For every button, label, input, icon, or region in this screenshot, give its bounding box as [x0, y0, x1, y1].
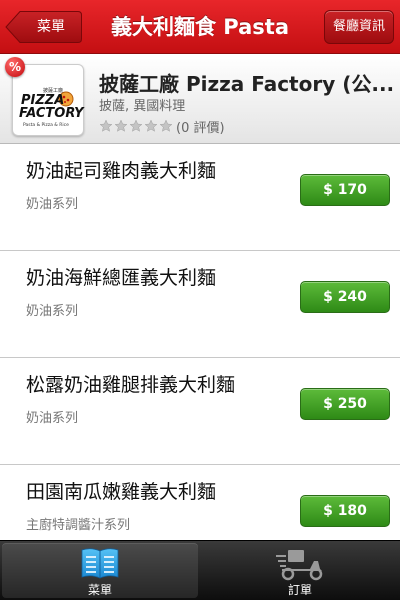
menu-item-category: 主廚特調醬汁系列 [26, 518, 131, 533]
pizza-factory-logo-icon: 披薩工廠 PIZZA FACTORY Pasta & Pizza & Rice [19, 87, 85, 128]
restaurant-header[interactable]: 披薩工廠 PIZZA FACTORY Pasta & Pizza & Rice … [0, 54, 400, 144]
back-button-label: 菜單 [37, 19, 65, 35]
menu-item[interactable]: 奶油起司雞肉義大利麵 奶油系列 $ 170 [0, 144, 400, 251]
restaurant-logo: 披薩工廠 PIZZA FACTORY Pasta & Pizza & Rice [12, 64, 85, 136]
star-icon [144, 119, 158, 132]
star-icon [114, 119, 128, 132]
star-icon [129, 119, 143, 132]
star-icon [159, 119, 173, 132]
tab-orders-label: 訂單 [287, 583, 312, 597]
menu-item-name: 奶油海鮮總匯義大利麵 [26, 267, 217, 289]
price-button[interactable]: $ 250 [300, 388, 390, 420]
menu-item-category: 奶油系列 [26, 304, 79, 319]
tab-orders[interactable]: 訂單 [202, 543, 398, 598]
price-button[interactable]: $ 240 [300, 281, 390, 313]
restaurant-category: 披薩, 異國料理 [99, 99, 186, 114]
restaurant-name: 披薩工廠 Pizza Factory (公... [99, 72, 394, 96]
menu-item-name: 松露奶油雞腿排義大利麵 [26, 374, 236, 396]
discount-badge-icon: % [5, 57, 25, 77]
svg-text:FACTORY: FACTORY [19, 106, 85, 121]
svg-text:Pasta & Pizza & Rice: Pasta & Pizza & Rice [23, 122, 69, 128]
menu-item-category: 奶油系列 [26, 411, 79, 426]
top-navigation-bar: 菜單 義大利麵食 Pasta 餐廳資訊 [0, 0, 400, 54]
price-button[interactable]: $ 180 [300, 495, 390, 527]
star-icon [99, 119, 113, 132]
tab-menu-label: 菜單 [87, 583, 112, 597]
price-button[interactable]: $ 170 [300, 174, 390, 206]
menu-item[interactable]: 奶油海鮮總匯義大利麵 奶油系列 $ 240 [0, 251, 400, 358]
page-title: 義大利麵食 Pasta [110, 15, 290, 39]
restaurant-info-button[interactable]: 餐廳資訊 [324, 10, 394, 44]
menu-list: 奶油起司雞肉義大利麵 奶油系列 $ 170 奶油海鮮總匯義大利麵 奶油系列 $ … [0, 144, 400, 540]
menu-item[interactable]: 田園南瓜嫩雞義大利麵 主廚特調醬汁系列 $ 180 [0, 465, 400, 540]
tab-menu[interactable]: 菜單 [2, 543, 198, 598]
menu-book-icon [81, 548, 119, 579]
delivery-scooter-icon [276, 550, 323, 581]
menu-item-category: 奶油系列 [26, 197, 79, 212]
bottom-tab-bar: 菜單 訂單 [0, 540, 400, 600]
back-button[interactable]: 菜單 [5, 10, 83, 44]
rating-count: (0 評價) [176, 120, 225, 136]
menu-item-name: 田園南瓜嫩雞義大利麵 [26, 481, 217, 503]
menu-item-name: 奶油起司雞肉義大利麵 [26, 160, 217, 182]
menu-item[interactable]: 松露奶油雞腿排義大利麵 奶油系列 $ 250 [0, 358, 400, 465]
restaurant-rating: (0 評價) [99, 116, 225, 136]
rating-stars [99, 119, 174, 133]
